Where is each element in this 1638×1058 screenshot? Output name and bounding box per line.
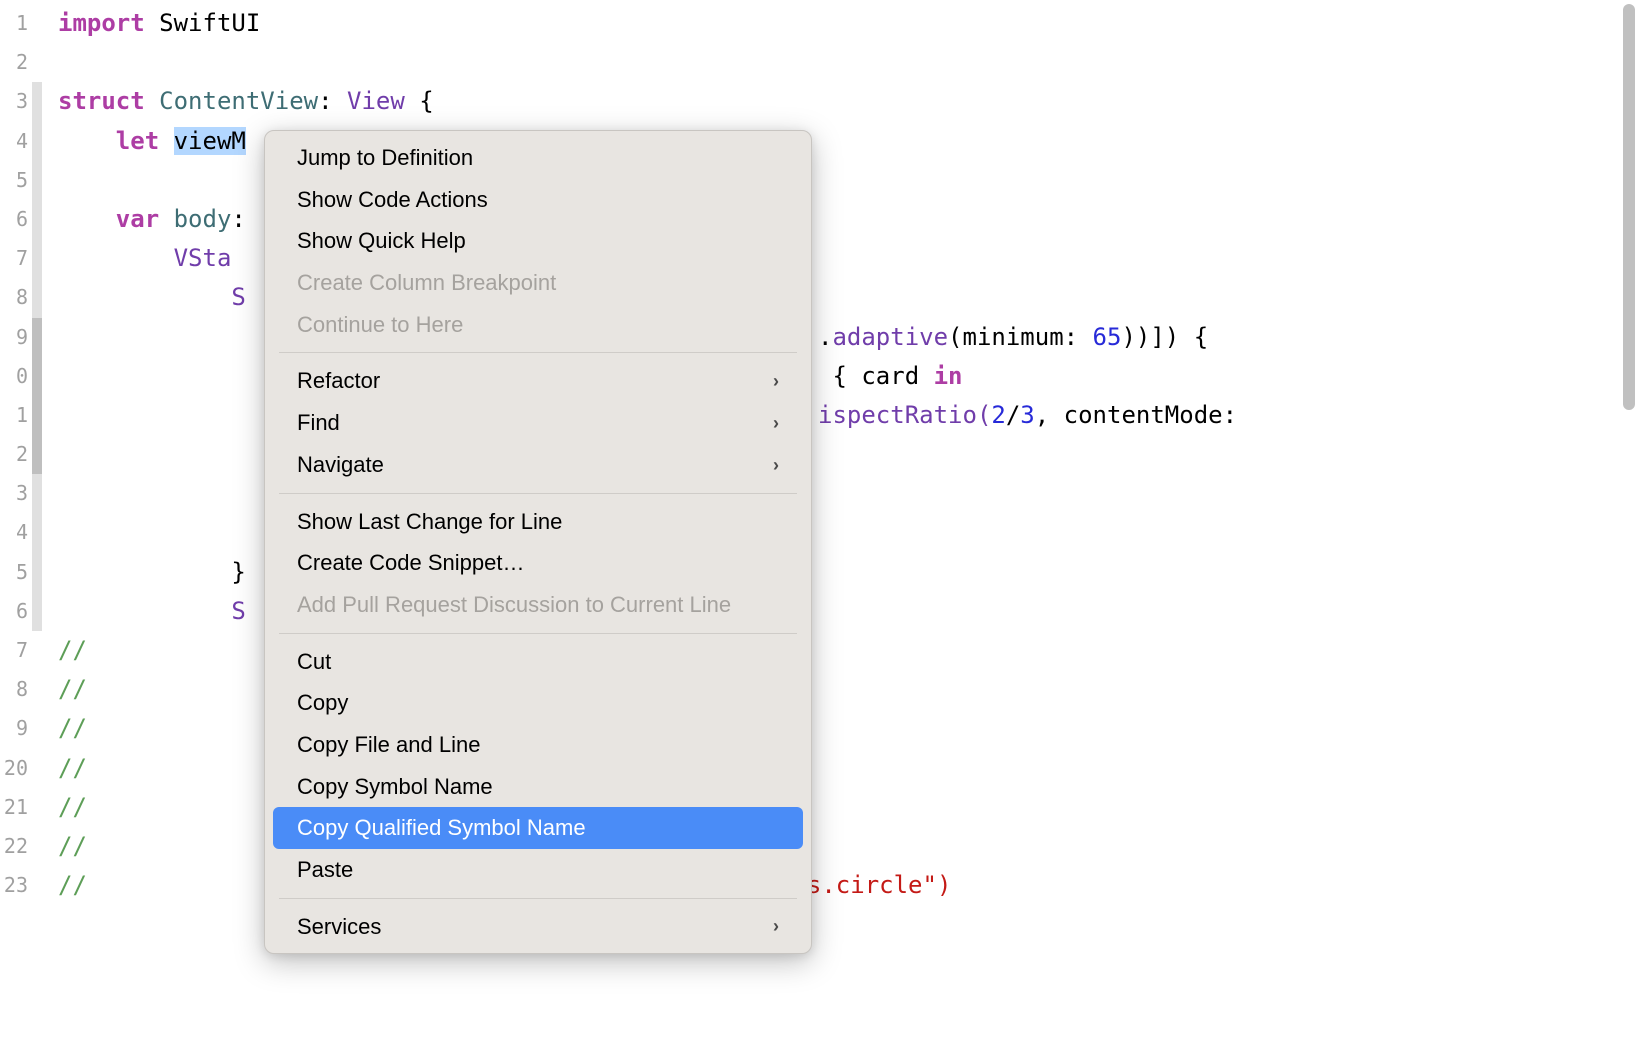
menu-item-create-column-breakpoint: Create Column Breakpoint (273, 262, 803, 304)
line-number: 2 (0, 435, 42, 474)
line-number: 23 (0, 866, 42, 905)
menu-item-refactor[interactable]: Refactor› (273, 360, 803, 402)
code-line (42, 43, 1638, 82)
context-menu: Jump to Definition Show Code Actions Sho… (264, 130, 812, 954)
menu-item-find[interactable]: Find› (273, 402, 803, 444)
line-number: 9 (0, 318, 42, 357)
chevron-right-icon: › (773, 369, 779, 393)
menu-item-create-code-snippet[interactable]: Create Code Snippet… (273, 542, 803, 584)
menu-item-show-code-actions[interactable]: Show Code Actions (273, 179, 803, 221)
line-number: 20 (0, 749, 42, 788)
menu-item-copy-symbol-name[interactable]: Copy Symbol Name (273, 766, 803, 808)
line-number: 2 (0, 43, 42, 82)
code-editor[interactable]: 1 2 3 4 5 6 7 8 9 0 1 2 3 4 5 6 7 8 9 20… (0, 0, 1638, 1058)
menu-item-show-quick-help[interactable]: Show Quick Help (273, 220, 803, 262)
line-number-gutter: 1 2 3 4 5 6 7 8 9 0 1 2 3 4 5 6 7 8 9 20… (0, 0, 42, 1058)
menu-item-services[interactable]: Services› (273, 906, 803, 948)
line-number: 7 (0, 631, 42, 670)
scrollbar-thumb[interactable] (1623, 4, 1635, 410)
menu-item-paste[interactable]: Paste (273, 849, 803, 891)
line-number: 8 (0, 278, 42, 317)
menu-item-continue-to-here: Continue to Here (273, 304, 803, 346)
vertical-scrollbar[interactable] (1620, 0, 1638, 1058)
line-number: 7 (0, 239, 42, 278)
menu-item-jump-to-definition[interactable]: Jump to Definition (273, 137, 803, 179)
line-number: 4 (0, 513, 42, 552)
chevron-right-icon: › (773, 411, 779, 435)
line-number: 1 (0, 396, 42, 435)
menu-separator (279, 633, 797, 634)
line-number: 22 (0, 827, 42, 866)
line-number: 8 (0, 670, 42, 709)
line-number: 5 (0, 161, 42, 200)
chevron-right-icon: › (773, 914, 779, 938)
line-number: 21 (0, 788, 42, 827)
line-number: 1 (0, 4, 42, 43)
line-number: 3 (0, 82, 42, 121)
menu-item-copy-qualified-symbol-name[interactable]: Copy Qualified Symbol Name (273, 807, 803, 849)
menu-item-navigate[interactable]: Navigate› (273, 444, 803, 486)
line-number: 0 (0, 357, 42, 396)
line-number: 5 (0, 553, 42, 592)
menu-item-copy-file-and-line[interactable]: Copy File and Line (273, 724, 803, 766)
line-number: 6 (0, 200, 42, 239)
menu-item-cut[interactable]: Cut (273, 641, 803, 683)
menu-separator (279, 352, 797, 353)
menu-separator (279, 898, 797, 899)
code-line: struct ContentView: View { (42, 82, 1638, 121)
menu-item-copy[interactable]: Copy (273, 682, 803, 724)
line-number: 6 (0, 592, 42, 631)
line-number: 9 (0, 709, 42, 748)
menu-item-add-pull-request-discussion: Add Pull Request Discussion to Current L… (273, 584, 803, 626)
code-line: import SwiftUI (42, 4, 1638, 43)
line-number: 3 (0, 474, 42, 513)
chevron-right-icon: › (773, 453, 779, 477)
line-number: 4 (0, 122, 42, 161)
menu-separator (279, 493, 797, 494)
menu-item-show-last-change[interactable]: Show Last Change for Line (273, 501, 803, 543)
